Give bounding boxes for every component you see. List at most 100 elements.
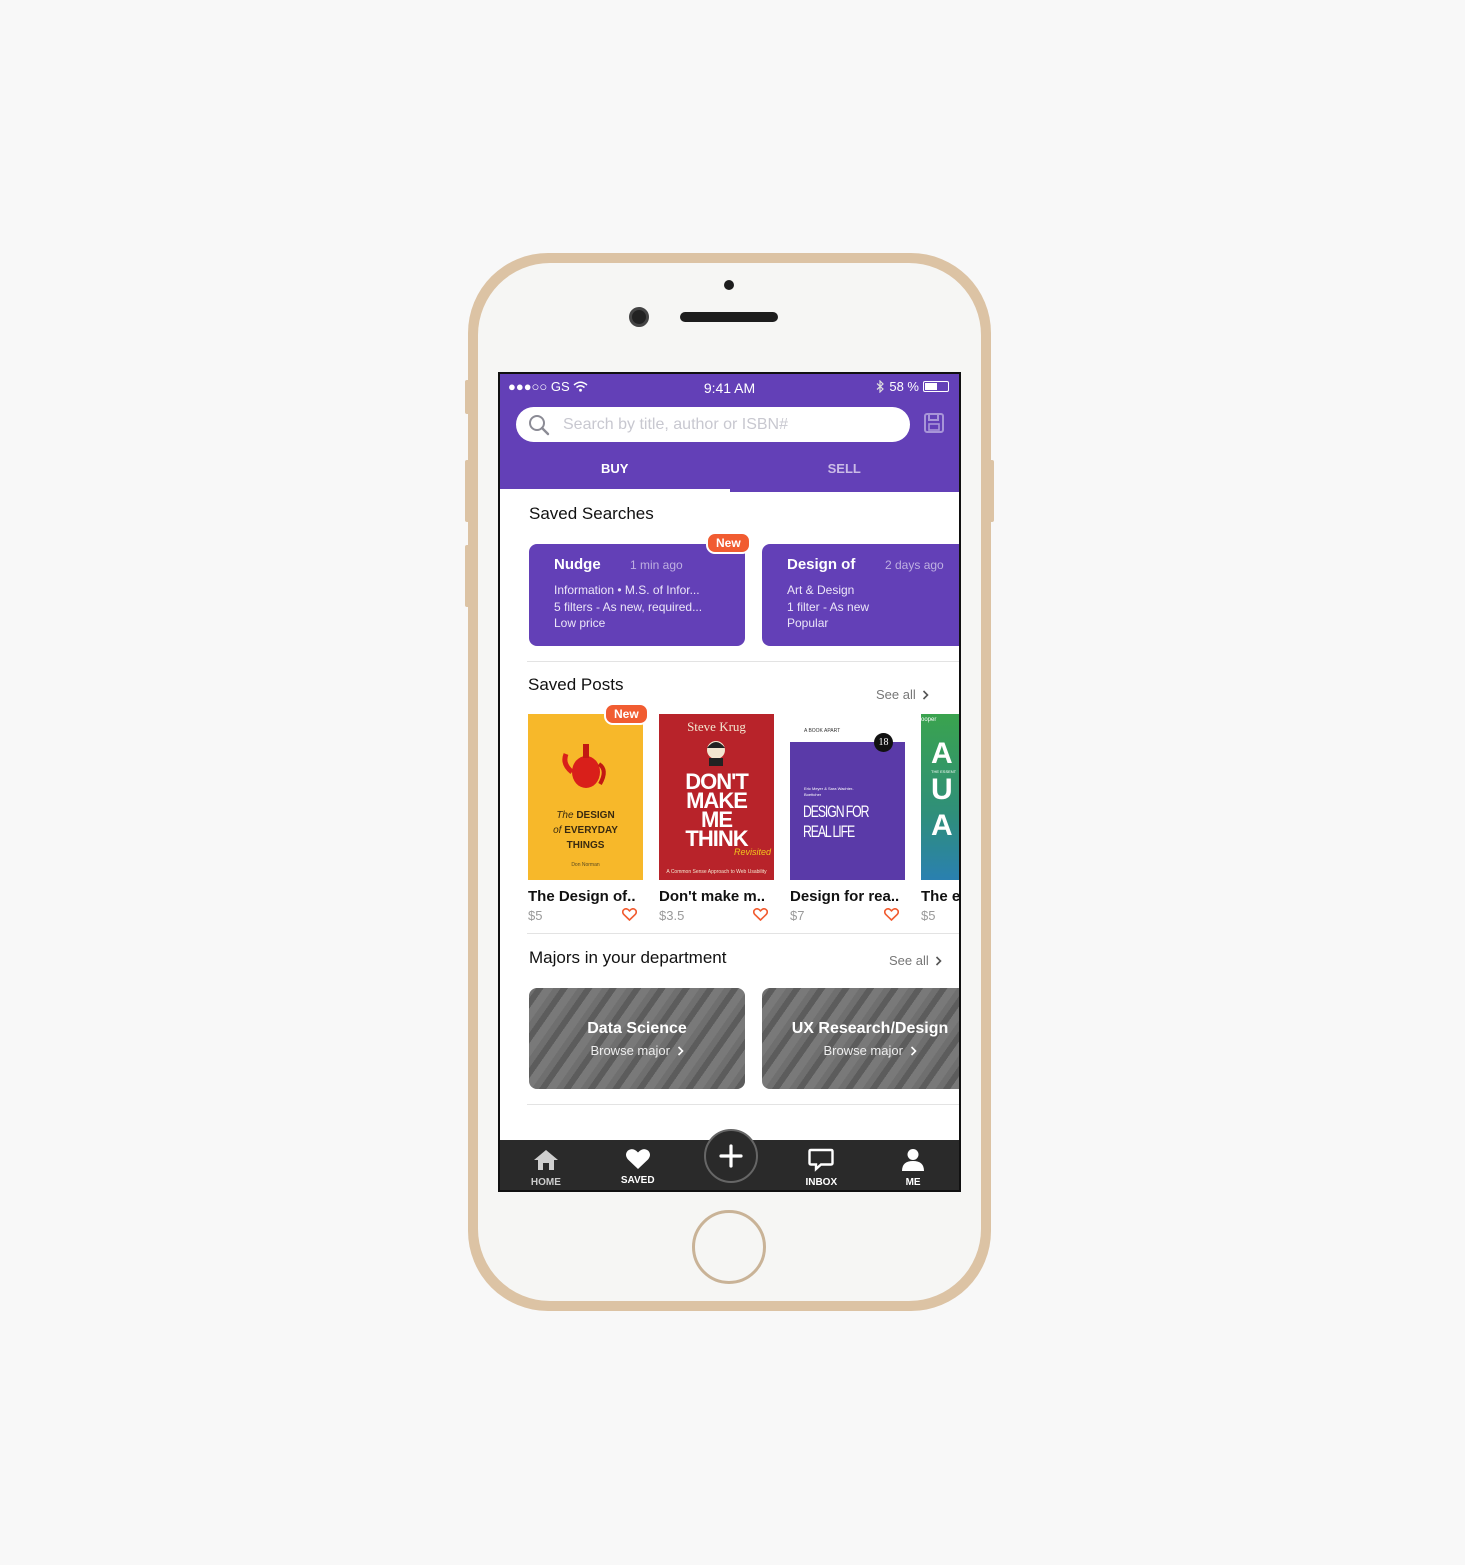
- cover-text-line: The: [556, 810, 574, 821]
- saved-search-title: Design of: [787, 556, 856, 573]
- browse-major-label: Browse major: [823, 1043, 903, 1058]
- tab-buy[interactable]: BUY: [500, 454, 730, 492]
- cover-author: Don Norman: [571, 862, 600, 868]
- cover-text-line: THINK: [685, 826, 748, 851]
- major-image-overlay: [529, 988, 745, 1089]
- nav-home[interactable]: HOME: [500, 1140, 592, 1190]
- saved-search-line: Art & Design: [787, 583, 855, 597]
- new-badge: New: [706, 532, 751, 554]
- saved-search-card-nudge[interactable]: Nudge 1 min ago Information • M.S. of In…: [529, 544, 745, 646]
- chevron-right-icon: [935, 955, 942, 966]
- nav-label: ME: [905, 1177, 921, 1188]
- add-post-button[interactable]: [704, 1129, 758, 1183]
- cover-series: A BOOK APART: [804, 728, 841, 734]
- tab-sell[interactable]: SELL: [730, 454, 960, 492]
- power-button: [988, 460, 994, 522]
- cover-text-line: EVERYDAY: [564, 825, 618, 836]
- app-screen: ●●●○○ GS 9:41 AM 58 % Search by title, a…: [498, 372, 961, 1192]
- person-icon: [902, 1149, 925, 1171]
- chevron-right-icon: [922, 689, 929, 700]
- saved-search-time: 2 days ago: [885, 558, 944, 572]
- saved-post-card[interactable]: Steve Krug DON'T MAKE ME THINK Revisited…: [659, 714, 774, 923]
- saved-post-card[interactable]: ooper A U A THE ESSENT The e $5: [921, 714, 961, 923]
- search-icon: [529, 415, 550, 436]
- new-badge: New: [604, 703, 649, 725]
- saved-post-card[interactable]: The DESIGN of EVERYDAY THINGS Don Norman…: [528, 714, 643, 923]
- nav-inbox[interactable]: INBOX: [775, 1140, 867, 1190]
- see-all-label: See all: [889, 953, 929, 968]
- status-right: 58 %: [876, 379, 949, 394]
- saved-search-details: Art & Design 1 filter - As new Popular: [787, 582, 869, 632]
- cover-title: DESIGN FOR REAL LIFE: [803, 802, 869, 842]
- cover-text-line: U: [931, 773, 953, 806]
- see-all-label: See all: [876, 687, 916, 702]
- cover-title: A U A: [931, 736, 953, 844]
- major-card-ux-research[interactable]: UX Research/Design Browse major: [762, 988, 959, 1089]
- saved-search-details: Information • M.S. of Infor... 5 filters…: [554, 582, 702, 632]
- section-divider: [527, 661, 959, 662]
- book-cover: A BOOK APART Eric Meyer & Sara Wachter-B…: [790, 714, 905, 880]
- heart-outline-icon[interactable]: [622, 908, 637, 921]
- heart-outline-icon[interactable]: [753, 908, 768, 921]
- cover-text-line: THINGS: [566, 840, 605, 851]
- proximity-sensor: [724, 280, 734, 290]
- nav-me[interactable]: ME: [867, 1140, 959, 1190]
- major-name: Data Science: [587, 1020, 687, 1037]
- cover-text: The DESIGN of EVERYDAY THINGS: [528, 808, 643, 853]
- cover-text-line: REAL LIFE: [803, 822, 855, 841]
- browse-major-label: Browse major: [590, 1043, 670, 1058]
- browse-major-link[interactable]: Browse major: [529, 1043, 745, 1058]
- chevron-right-icon: [910, 1046, 917, 1056]
- major-card-data-science[interactable]: Data Science Browse major: [529, 988, 745, 1089]
- book-title: Design for rea..: [790, 888, 900, 905]
- nav-saved[interactable]: SAVED: [592, 1140, 684, 1190]
- saved-search-line: Popular: [787, 616, 829, 630]
- cover-authors: Eric Meyer & Sara Wachter-Boettcher: [804, 786, 854, 797]
- saved-search-card-design-of[interactable]: Design of 2 days ago Art & Design 1 filt…: [762, 544, 959, 646]
- battery-icon: [923, 381, 949, 392]
- plus-icon: [719, 1144, 743, 1168]
- majors-see-all[interactable]: See all: [889, 953, 942, 968]
- save-search-icon[interactable]: [923, 412, 945, 434]
- chat-bubble-icon: [808, 1148, 834, 1172]
- search-bar[interactable]: [516, 407, 910, 442]
- cover-text-line: DESIGN FOR: [803, 802, 869, 821]
- heart-icon: [625, 1149, 650, 1169]
- major-image-overlay: [762, 988, 959, 1089]
- browse-major-link[interactable]: Browse major: [762, 1043, 959, 1058]
- book-cover: ooper A U A THE ESSENT: [921, 714, 959, 880]
- home-button[interactable]: [692, 1210, 766, 1284]
- saved-posts-title: Saved Posts: [528, 675, 624, 694]
- saved-post-card[interactable]: A BOOK APART Eric Meyer & Sara Wachter-B…: [790, 714, 905, 923]
- front-camera: [629, 307, 649, 327]
- cover-panel: Eric Meyer & Sara Wachter-Boettcher DESI…: [790, 742, 905, 880]
- heart-outline-icon[interactable]: [884, 908, 899, 921]
- majors-title: Majors in your department: [529, 948, 727, 967]
- cover-title: DON'T MAKE ME THINK: [659, 771, 774, 851]
- book-title: The Design of..: [528, 888, 636, 905]
- cover-revisited: Revisited: [733, 847, 771, 857]
- saved-search-line: 5 filters - As new, required...: [554, 599, 703, 614]
- book-title: Don't make m..: [659, 888, 766, 905]
- book-price: $5: [921, 908, 936, 923]
- saved-search-title: Nudge: [554, 556, 601, 573]
- chevron-right-icon: [677, 1046, 684, 1056]
- teapot-illustration: [562, 744, 606, 788]
- cover-text-line: A: [931, 809, 953, 842]
- battery-percent: 58 %: [889, 379, 919, 394]
- cover-text-line: of: [553, 825, 562, 836]
- cover-text-line: DESIGN: [576, 810, 615, 821]
- search-input[interactable]: [563, 407, 893, 442]
- bluetooth-icon: [876, 380, 885, 393]
- status-bar: ●●●○○ GS 9:41 AM 58 %: [500, 374, 959, 400]
- major-name: UX Research/Design: [791, 1020, 949, 1037]
- saved-search-line: Information • M.S. of Infor...: [554, 583, 700, 597]
- saved-posts-see-all[interactable]: See all: [876, 687, 929, 702]
- nav-label: HOME: [530, 1177, 561, 1188]
- cover-publisher: ooper: [921, 717, 937, 723]
- nav-label: SAVED: [620, 1175, 655, 1186]
- saved-search-line: Low price: [554, 616, 606, 630]
- nav-label: INBOX: [805, 1177, 838, 1188]
- saved-search-time: 1 min ago: [630, 558, 683, 572]
- book-title: The e: [921, 888, 961, 905]
